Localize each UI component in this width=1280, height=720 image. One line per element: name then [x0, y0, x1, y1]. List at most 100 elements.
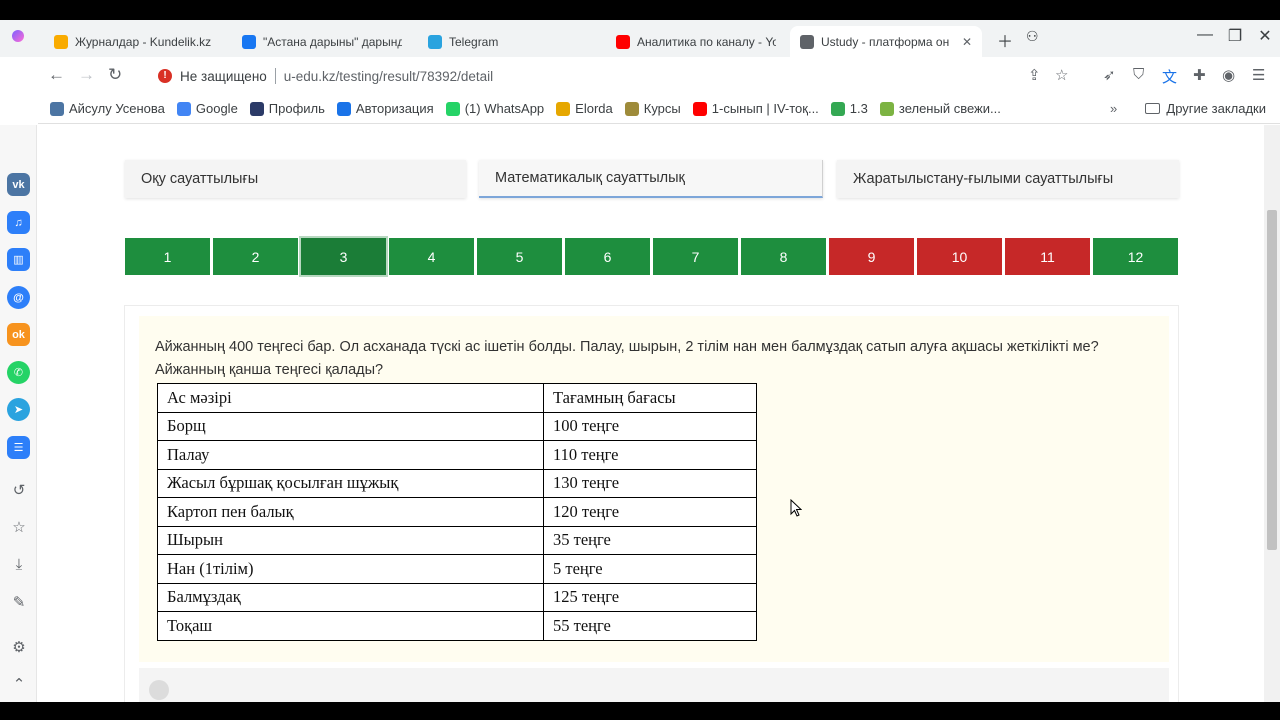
- translate-icon[interactable]: 文: [1162, 66, 1177, 87]
- question-card: Айжанның 400 теңгесі бар. Ол асханада тү…: [124, 305, 1179, 702]
- price-cell: 110 теңге: [543, 440, 757, 470]
- browser-menu-orb-icon[interactable]: [12, 29, 24, 47]
- question-number-button[interactable]: 12: [1093, 238, 1178, 275]
- bookmark-label: Профиль: [268, 101, 325, 116]
- question-number-button[interactable]: 9: [829, 238, 914, 275]
- extensions-icon[interactable]: ✚: [1193, 66, 1206, 84]
- table-row: Тоқаш 55 теңге: [157, 611, 757, 641]
- category-tab-science[interactable]: Жаратылыстану-ғылыми сауаттылығы: [837, 160, 1179, 198]
- rocket-icon[interactable]: ➶: [1103, 66, 1116, 84]
- back-icon[interactable]: ←: [48, 65, 65, 85]
- table-row: Жасыл бұршақ қосылған шұжық 130 теңге: [157, 468, 757, 498]
- new-tab-icon[interactable]: ＋: [997, 28, 1013, 52]
- browser-tab[interactable]: "Астана дарыны" дарындыл: [232, 26, 412, 57]
- tab-title: Аналитика по каналу - YouT: [637, 34, 776, 49]
- browser-tab[interactable]: Ustudy - платформа онлайн ✕: [790, 26, 982, 57]
- bookmark-item[interactable]: (1) WhatsApp: [445, 101, 544, 116]
- answer-option[interactable]: [139, 668, 1169, 702]
- bookmark-label: 1-сынып | IV-тоқ...: [711, 101, 819, 116]
- table-row: Палау 110 теңге: [157, 440, 757, 470]
- menu-item-cell: Тоқаш: [157, 611, 544, 641]
- history-icon[interactable]: ↺: [9, 481, 29, 499]
- video-letterbox-top: [0, 0, 1280, 20]
- answer-radio[interactable]: [149, 680, 169, 700]
- mail-icon[interactable]: @: [7, 286, 30, 309]
- question-number-button[interactable]: 8: [741, 238, 826, 275]
- price-cell: 100 теңге: [543, 411, 757, 441]
- collapse-icon[interactable]: ⌃: [9, 675, 29, 693]
- question-number-button[interactable]: 1: [125, 238, 210, 275]
- whatsapp-icon[interactable]: ✆: [7, 361, 30, 384]
- bookmark-item[interactable]: 1.3: [830, 101, 868, 116]
- restore-icon[interactable]: ❐: [1220, 26, 1250, 46]
- category-tab-math[interactable]: Математикалық сауаттылық: [479, 160, 823, 198]
- downloads-icon[interactable]: ⤓: [9, 556, 29, 573]
- question-number-button[interactable]: 6: [565, 238, 650, 275]
- question-number-button[interactable]: 5: [477, 238, 562, 275]
- other-bookmarks[interactable]: Другие закладки: [1145, 101, 1266, 116]
- menu-icon[interactable]: ☰: [1252, 66, 1265, 84]
- question-number-button[interactable]: 4: [389, 238, 474, 275]
- forward-icon[interactable]: →: [78, 65, 95, 85]
- profile-icon[interactable]: ◉: [1222, 66, 1235, 84]
- bookmark-item[interactable]: Авторизация: [336, 101, 434, 116]
- bookmark-item[interactable]: Айсулу Усенова: [50, 101, 165, 116]
- security-label[interactable]: Не защищено: [180, 69, 267, 84]
- close-window-icon[interactable]: ✕: [1250, 26, 1280, 46]
- close-tab-icon[interactable]: ✕: [962, 35, 972, 49]
- tab-search-icon[interactable]: ⚇: [1026, 28, 1039, 45]
- browser-tab[interactable]: Telegram: [418, 26, 598, 57]
- omnibox[interactable]: ! Не защищено u-edu.kz/testing/result/78…: [150, 61, 1090, 91]
- page-scrollbar[interactable]: [1264, 125, 1280, 702]
- url-text[interactable]: u-edu.kz/testing/result/78392/detail: [284, 69, 493, 84]
- vk-icon: [50, 101, 64, 116]
- list-icon[interactable]: ☰: [7, 436, 30, 459]
- bookmark-label: 1.3: [849, 101, 868, 116]
- question-number-button[interactable]: 7: [653, 238, 738, 275]
- bookmark-label: Айсулу Усенова: [69, 101, 165, 116]
- scrollbar-thumb[interactable]: [1267, 210, 1277, 550]
- tab-title: Telegram: [449, 34, 499, 49]
- odnoklassniki-icon[interactable]: ok: [7, 323, 30, 346]
- menu-item-cell: Жасыл бұршақ қосылған шұжық: [157, 468, 544, 498]
- browser-tab[interactable]: Аналитика по каналу - YouT: [606, 26, 786, 57]
- tools-icon[interactable]: ✎: [9, 593, 29, 611]
- question-text-line2: Айжанның қанша теңгесі қалады?: [155, 362, 384, 378]
- price-cell: Тағамның бағасы: [543, 383, 757, 413]
- music-icon[interactable]: ♫: [7, 211, 30, 234]
- reload-icon[interactable]: ↻: [108, 65, 122, 85]
- shield-icon[interactable]: ⛉: [1133, 66, 1144, 83]
- telegram-icon[interactable]: ➤: [7, 398, 30, 421]
- elorda-icon: [556, 101, 571, 116]
- category-tab-reading[interactable]: Оқу сауаттылығы: [125, 160, 466, 198]
- stats-icon[interactable]: ▥: [7, 248, 30, 271]
- bookmark-item[interactable]: 1-сынып | IV-тоқ...: [692, 101, 819, 116]
- favorites-icon[interactable]: ☆: [9, 518, 29, 536]
- page-content: Оқу сауаттылығы Математикалық сауаттылық…: [38, 125, 1264, 702]
- question-number-button[interactable]: 10: [917, 238, 1002, 275]
- leaf-icon: [879, 101, 894, 116]
- share-icon[interactable]: ⇪: [1028, 66, 1041, 84]
- menu-item-cell: Балмұздақ: [157, 582, 544, 612]
- bookmark-item[interactable]: Google: [176, 101, 238, 116]
- bookmark-item[interactable]: зеленый свежи...: [879, 101, 1001, 116]
- bookmark-star-icon[interactable]: ☆: [1055, 66, 1068, 84]
- bookmark-item[interactable]: Курсы: [624, 101, 681, 116]
- table-row: Картоп пен балық 120 теңге: [157, 497, 757, 527]
- profile-icon: [249, 101, 264, 116]
- question-number-button[interactable]: 11: [1005, 238, 1090, 275]
- bookmark-label: зеленый свежи...: [898, 101, 1001, 116]
- price-cell: 130 теңге: [543, 468, 757, 498]
- bookmark-item[interactable]: Профиль: [249, 101, 325, 116]
- youtube-icon: [616, 34, 630, 49]
- bookmark-item[interactable]: Elorda: [556, 101, 613, 116]
- browser-tab[interactable]: Журналдар - Kundelik.kz: [44, 26, 224, 57]
- settings-icon[interactable]: ⚙: [9, 638, 29, 656]
- google-icon: [176, 101, 191, 116]
- question-number-button[interactable]: 2: [213, 238, 298, 275]
- question-number-button[interactable]: 3: [299, 236, 388, 277]
- minimize-icon[interactable]: —: [1190, 26, 1220, 44]
- vk-icon[interactable]: vk: [7, 173, 30, 196]
- not-secure-warning-icon[interactable]: !: [158, 69, 172, 83]
- bookmarks-overflow-icon[interactable]: »: [1110, 101, 1117, 116]
